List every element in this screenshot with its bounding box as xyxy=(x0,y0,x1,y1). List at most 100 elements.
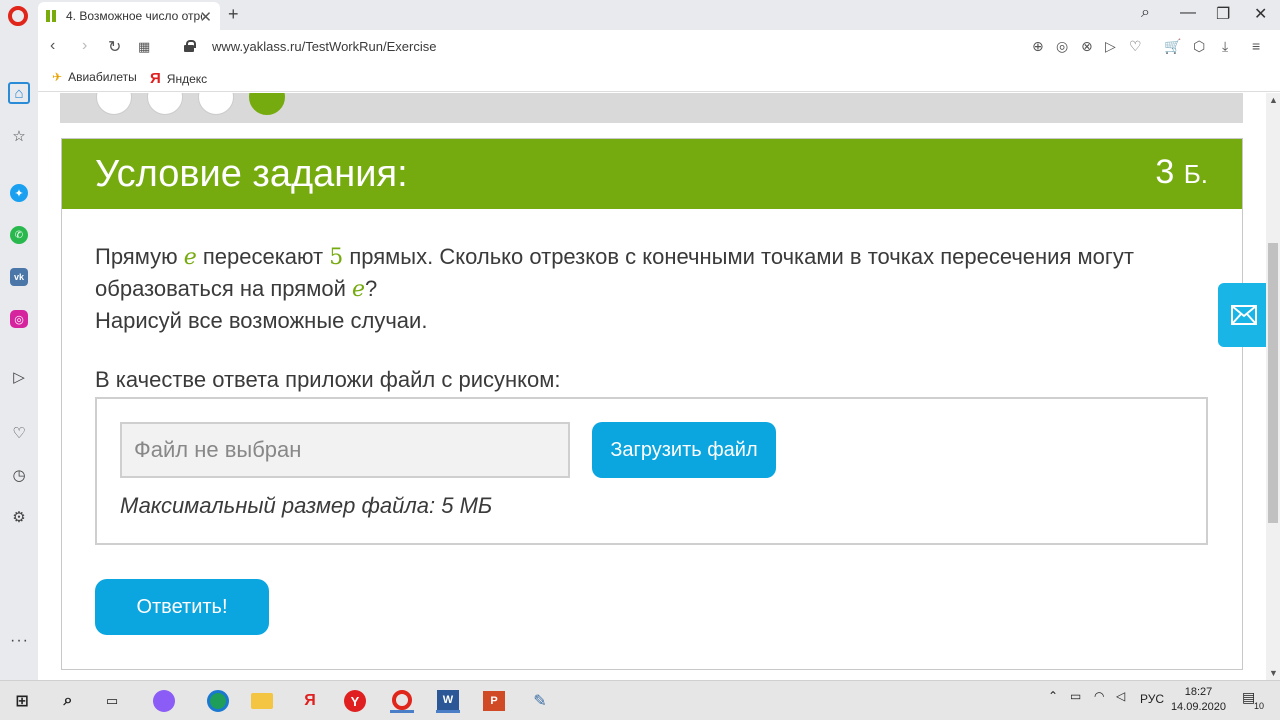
cortana-icon[interactable] xyxy=(152,689,176,713)
forward-icon[interactable]: › xyxy=(82,37,87,55)
maximize-icon[interactable]: ❐ xyxy=(1216,4,1230,24)
zoom-icon[interactable]: ⊕ xyxy=(1032,38,1044,55)
edge-icon[interactable] xyxy=(206,689,230,713)
address-bar: ‹ › ↻ ▦ www.yaklass.ru/TestWorkRun/Exerc… xyxy=(38,30,1280,64)
star-icon[interactable]: ☆ xyxy=(8,125,30,147)
task-title: Условие задания: xyxy=(95,153,408,195)
task-text-part: пересекают xyxy=(196,244,330,269)
math-number-5: 5 xyxy=(329,245,344,270)
file-explorer-icon[interactable] xyxy=(250,689,274,713)
cube-icon[interactable]: ⬡ xyxy=(1193,38,1205,55)
task-points: 3 Б. xyxy=(1155,153,1208,192)
bookmarks-bar: ✈ Авиабилеты Я Яндекс xyxy=(38,64,1280,92)
tab-search-icon[interactable]: ⌕ xyxy=(1141,4,1150,22)
feedback-mail-button[interactable] xyxy=(1218,283,1270,347)
points-unit: Б. xyxy=(1183,159,1208,189)
question-nav-circle[interactable] xyxy=(147,93,183,115)
browser-sidebar: ⌂ ☆ ✦ ✆ vk ◎ ▷ ♡ ◷ ⚙ ··· xyxy=(0,30,38,680)
file-input[interactable]: Файл не выбран xyxy=(120,422,570,478)
question-nav-circle[interactable] xyxy=(198,93,234,115)
max-file-size-note: Максимальный размер файла: 5 МБ xyxy=(120,493,493,518)
wifi-icon[interactable]: ◠ xyxy=(1094,689,1104,703)
task-header: Условие задания: 3 Б. xyxy=(62,139,1242,209)
opera-menu-icon[interactable] xyxy=(8,6,28,26)
tab-title: 4. Возможное число отре xyxy=(66,9,202,23)
minimize-icon[interactable]: — xyxy=(1180,4,1196,22)
taskbar-search-icon[interactable]: ⌕ xyxy=(56,689,80,713)
back-icon[interactable]: ‹ xyxy=(50,37,55,55)
yandex-icon: Я xyxy=(150,70,161,87)
tray-expand-icon[interactable]: ⌃ xyxy=(1048,689,1058,703)
settings-gear-icon[interactable]: ⚙ xyxy=(8,506,30,528)
speed-dial-icon[interactable]: ▦ xyxy=(138,39,150,55)
notification-count: 10 xyxy=(1254,701,1265,711)
browser-tab[interactable]: 4. Возможное число отре ✕ xyxy=(38,2,220,30)
send-icon[interactable]: ▷ xyxy=(1105,38,1116,55)
task-text-part: ? xyxy=(365,276,378,301)
upload-file-button[interactable]: Загрузить файл xyxy=(592,422,776,478)
messenger-icon[interactable]: ✦ xyxy=(10,184,28,202)
plane-icon: ✈ xyxy=(52,70,63,84)
clock-time: 18:27 xyxy=(1184,686,1213,698)
question-nav-strip xyxy=(60,93,1243,123)
powerpoint-icon[interactable]: P xyxy=(482,689,506,713)
more-icon[interactable]: ··· xyxy=(10,632,29,650)
download-icon[interactable]: ⤓ xyxy=(1222,38,1228,55)
adblock-icon[interactable]: ⊗ xyxy=(1081,38,1093,55)
new-tab-icon[interactable]: + xyxy=(228,4,239,25)
points-value: 3 xyxy=(1155,153,1175,191)
bookmark-label: Яндекс xyxy=(166,71,208,86)
bookmark-label: Авиабилеты xyxy=(68,70,137,84)
math-variable-e: e xyxy=(183,245,197,270)
math-variable-e: e xyxy=(351,277,365,302)
task-view-icon[interactable]: ▭ xyxy=(100,689,124,713)
home-icon[interactable]: ⌂ xyxy=(8,82,30,104)
history-icon[interactable]: ◷ xyxy=(8,464,30,486)
word-icon[interactable]: W xyxy=(436,689,460,713)
task-text: Прямую e пересекают 5 прямых. Сколько от… xyxy=(95,241,1195,336)
windows-taskbar: ⊞ ⌕ ▭ Я Y W P ✎ ⌃ ▭ ◠ ◁ РУС 18:27 14.09.… xyxy=(0,680,1280,720)
volume-icon[interactable]: ◁ xyxy=(1116,689,1125,703)
heart-icon[interactable]: ♡ xyxy=(1129,38,1142,55)
question-nav-circle[interactable] xyxy=(96,93,132,115)
window-close-icon[interactable]: ✕ xyxy=(1254,4,1267,24)
battery-icon[interactable]: ▭ xyxy=(1070,689,1081,703)
page-scrollbar[interactable]: ▲ ▼ xyxy=(1266,93,1280,680)
menu-icon[interactable]: ≡ xyxy=(1252,38,1260,54)
opera-taskbar-icon[interactable] xyxy=(390,689,414,713)
camera-icon[interactable]: ◎ xyxy=(1056,38,1068,55)
url-field[interactable]: www.yaklass.ru/TestWorkRun/Exercise xyxy=(212,39,436,54)
browser-tab-bar: 4. Возможное число отре ✕ + ⌕ — ❐ ✕ xyxy=(0,0,1280,30)
page-content: Условие задания: 3 Б. Прямую e пересекаю… xyxy=(38,93,1280,680)
mail-icon xyxy=(1231,305,1257,325)
yandex-browser-icon[interactable]: Я xyxy=(298,689,322,713)
cart-icon[interactable]: 🛒 xyxy=(1164,38,1181,55)
upload-box: Файл не выбран Загрузить файл Максимальн… xyxy=(95,397,1208,545)
task-text-part: Прямую xyxy=(95,244,184,269)
attach-label: В качестве ответа приложи файл с рисунко… xyxy=(95,367,561,392)
yandex-taskbar-icon[interactable]: Y xyxy=(343,689,367,713)
language-indicator[interactable]: РУС xyxy=(1140,692,1164,706)
yaklass-favicon-icon xyxy=(46,10,60,22)
question-nav-circle-current[interactable] xyxy=(249,93,285,115)
lock-icon[interactable] xyxy=(184,40,196,52)
favorites-heart-icon[interactable]: ♡ xyxy=(8,422,30,444)
screen: 4. Возможное число отре ✕ + ⌕ — ❐ ✕ ‹ › … xyxy=(0,0,1280,720)
tab-close-icon[interactable]: ✕ xyxy=(199,8,212,26)
bookmark-yandex[interactable]: Я Яндекс xyxy=(150,70,207,87)
task-instruction: Нарисуй все возможные случаи. xyxy=(95,308,428,333)
scroll-up-icon[interactable]: ▲ xyxy=(1269,95,1278,105)
system-clock[interactable]: 18:27 14.09.2020 xyxy=(1171,685,1226,715)
bookmark-aviabilety[interactable]: ✈ Авиабилеты xyxy=(52,70,137,84)
answer-button[interactable]: Ответить! xyxy=(95,579,269,635)
scroll-down-icon[interactable]: ▼ xyxy=(1269,668,1278,678)
player-icon[interactable]: ▷ xyxy=(8,366,30,388)
clock-date: 14.09.2020 xyxy=(1170,701,1226,713)
paint-icon[interactable]: ✎ xyxy=(528,689,552,713)
windows-start-icon[interactable]: ⊞ xyxy=(10,689,34,713)
whatsapp-icon[interactable]: ✆ xyxy=(10,226,28,244)
scroll-thumb[interactable] xyxy=(1268,243,1278,523)
instagram-icon[interactable]: ◎ xyxy=(10,310,28,328)
reload-icon[interactable]: ↻ xyxy=(108,37,121,57)
vk-icon[interactable]: vk xyxy=(10,268,28,286)
